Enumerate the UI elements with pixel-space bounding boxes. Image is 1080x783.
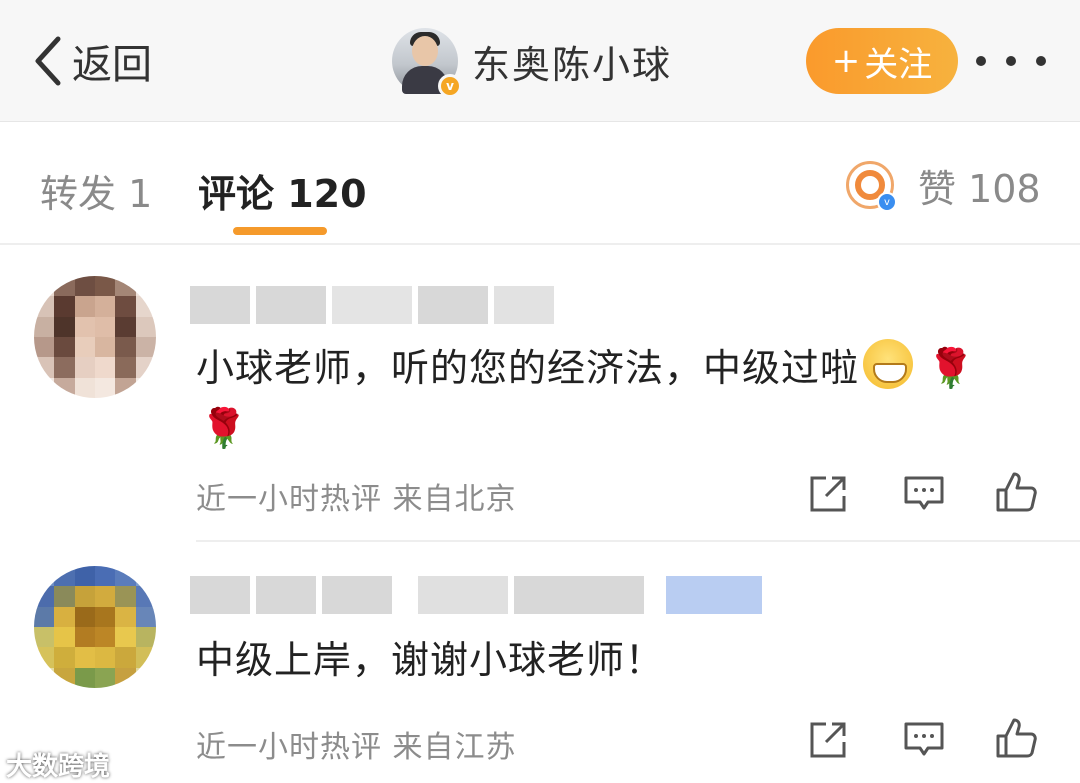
repost-button[interactable] <box>806 472 850 516</box>
watermark: 大数跨境 <box>6 752 111 782</box>
share-icon <box>810 722 846 758</box>
commenter-avatar[interactable] <box>34 566 156 688</box>
liker-avatar: v <box>846 161 897 212</box>
comment-meta: 近一小时热评 来自北京 <box>196 482 517 517</box>
follow-button[interactable]: + 关注 <box>806 28 958 94</box>
comment-meta: 近一小时热评 来自江苏 <box>196 730 517 765</box>
verified-badge-icon: v <box>877 192 897 212</box>
more-dots-icon <box>976 56 986 66</box>
commenter-name-blurred[interactable] <box>190 576 762 614</box>
back-label: 返回 <box>72 42 152 88</box>
reply-button[interactable] <box>902 472 946 516</box>
like-button[interactable] <box>994 470 1038 514</box>
comment-body: 小球老师，听的您的经济法，中级过啦 <box>196 346 860 390</box>
thumbs-up-icon <box>996 472 1037 512</box>
tab-comments[interactable]: 评论 120 <box>198 163 367 218</box>
comment-item: 中级上岸，谢谢小球老师！ 近一小时热评 来自江苏 <box>0 542 1080 783</box>
avatar[interactable]: v <box>392 28 462 98</box>
rose-emoji-icon: 🌹 <box>927 346 976 390</box>
follow-label: 关注 <box>864 44 933 85</box>
comment-text: 中级上岸，谢谢小球老师！ <box>196 638 665 682</box>
profile-link[interactable]: v 东奥陈小球 <box>392 28 672 98</box>
commenter-avatar[interactable] <box>34 276 156 398</box>
like-button[interactable] <box>994 716 1038 760</box>
tab-bar: 转发 1 评论 120 v 赞 108 <box>0 123 1080 243</box>
back-button[interactable]: 返回 <box>30 30 152 92</box>
likes-label: 赞 108 <box>918 166 1041 211</box>
tab-repost[interactable]: 转发 1 <box>40 163 152 218</box>
chevron-left-icon <box>35 36 61 86</box>
active-tab-indicator <box>233 227 327 235</box>
grin-emoji-icon <box>863 339 914 389</box>
top-nav-bar: 返回 v 东奥陈小球 + 关注 <box>0 0 1080 122</box>
profile-name[interactable]: 东奥陈小球 <box>472 34 672 89</box>
verified-badge-icon: v <box>438 74 462 98</box>
reply-button[interactable] <box>902 718 946 762</box>
more-options-button[interactable] <box>976 44 1046 78</box>
thumbs-up-icon <box>996 718 1037 758</box>
comment-item: 小球老师，听的您的经济法，中级过啦 🌹 🌹 近一小时热评 来自北京 <box>0 250 1080 540</box>
comment-text: 小球老师，听的您的经济法，中级过啦 🌹 🌹 <box>196 338 1046 458</box>
share-icon <box>810 476 846 512</box>
comment-icon <box>904 476 944 510</box>
tab-likes[interactable]: v 赞 108 <box>846 159 1041 212</box>
badge-blurred <box>666 576 762 614</box>
plus-icon: + <box>831 41 861 81</box>
rose-emoji-icon: 🌹 <box>200 406 249 450</box>
divider <box>0 243 1080 245</box>
comment-icon <box>904 722 944 756</box>
commenter-name-blurred[interactable] <box>190 286 554 324</box>
repost-button[interactable] <box>806 718 850 762</box>
